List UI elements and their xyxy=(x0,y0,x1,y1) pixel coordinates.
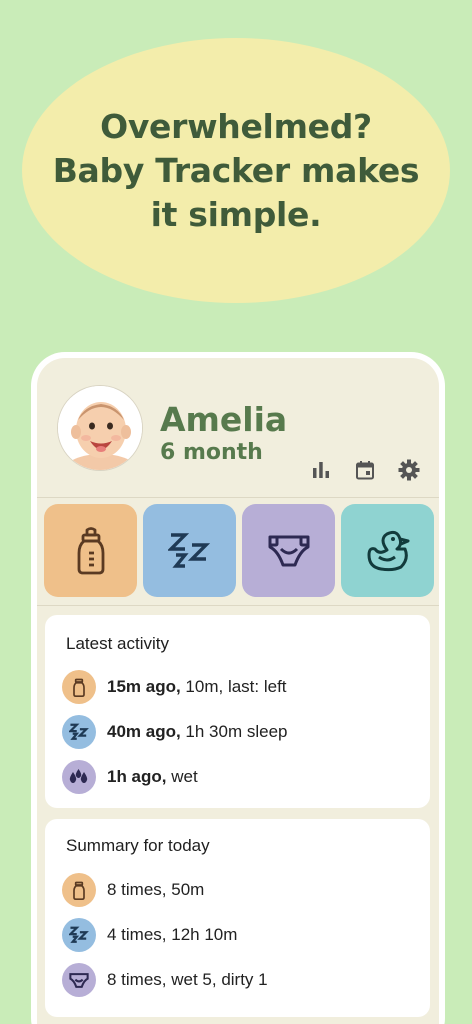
summary-feeding-text: 8 times, 50m xyxy=(107,880,205,899)
latest-feeding-time: 15m ago, xyxy=(107,677,181,696)
header-actions xyxy=(309,458,421,482)
latest-diaper-row[interactable]: 1h ago, wet xyxy=(62,760,198,794)
summary-diaper-row[interactable]: 8 times, wet 5, dirty 1 xyxy=(62,963,268,997)
baby-face-icon xyxy=(58,386,142,470)
baby-bottle-icon xyxy=(62,670,96,704)
summary-title: Summary for today xyxy=(66,836,210,855)
summary-card: Summary for today 8 times, 50m 4 times, … xyxy=(45,819,430,1017)
settings-gear-icon[interactable] xyxy=(397,458,421,482)
baby-bottle-icon xyxy=(62,873,96,907)
calendar-icon[interactable] xyxy=(353,458,377,482)
promo-line-2: Baby Tracker makes xyxy=(52,150,420,190)
baby-bottle-icon xyxy=(77,526,104,574)
latest-diaper-detail: wet xyxy=(166,767,198,786)
latest-activity-card: Latest activity 15m ago, 10m, last: left… xyxy=(45,615,430,808)
latest-diaper-time: 1h ago, xyxy=(107,767,167,786)
sleep-zzz-icon xyxy=(62,715,96,749)
app-screen: Amelia 6 month Latest activity 15m ago, … xyxy=(37,358,439,1024)
promo-line-3: it simple. xyxy=(150,194,322,234)
baby-name: Amelia xyxy=(160,400,288,439)
activity-tiles xyxy=(44,504,434,597)
promo-line-1: Overwhelmed? xyxy=(100,106,372,146)
sleep-zzz-icon xyxy=(167,532,210,568)
summary-sleep-row[interactable]: 4 times, 12h 10m xyxy=(62,918,237,952)
header-divider xyxy=(37,497,439,498)
phone-frame: Amelia 6 month Latest activity 15m ago, … xyxy=(31,352,445,1024)
latest-activity-title: Latest activity xyxy=(66,634,169,653)
promo-banner: Overwhelmed? Baby Tracker makes it simpl… xyxy=(22,38,450,303)
feeding-tile[interactable] xyxy=(44,504,137,597)
latest-sleep-time: 40m ago, xyxy=(107,722,181,741)
tiles-divider xyxy=(37,605,439,606)
baby-avatar[interactable] xyxy=(57,385,143,471)
sleep-tile[interactable] xyxy=(143,504,236,597)
baby-age: 6 month xyxy=(160,440,263,465)
diaper-icon xyxy=(268,535,309,566)
latest-sleep-row[interactable]: 40m ago, 1h 30m sleep xyxy=(62,715,288,749)
promo-headline: Overwhelmed? Baby Tracker makes it simpl… xyxy=(53,105,420,237)
sleep-zzz-icon xyxy=(62,918,96,952)
latest-feeding-row[interactable]: 15m ago, 10m, last: left xyxy=(62,670,287,704)
summary-feeding-row[interactable]: 8 times, 50m xyxy=(62,873,204,907)
bath-tile[interactable] xyxy=(341,504,434,597)
water-drops-icon xyxy=(62,760,96,794)
diaper-tile[interactable] xyxy=(242,504,335,597)
latest-feeding-detail: 10m, last: left xyxy=(180,677,287,696)
bar-chart-icon[interactable] xyxy=(309,458,333,482)
summary-sleep-text: 4 times, 12h 10m xyxy=(107,925,238,944)
summary-diaper-text: 8 times, wet 5, dirty 1 xyxy=(107,970,268,989)
diaper-icon xyxy=(62,963,96,997)
rubber-duck-icon xyxy=(367,530,409,571)
latest-sleep-detail: 1h 30m sleep xyxy=(180,722,288,741)
